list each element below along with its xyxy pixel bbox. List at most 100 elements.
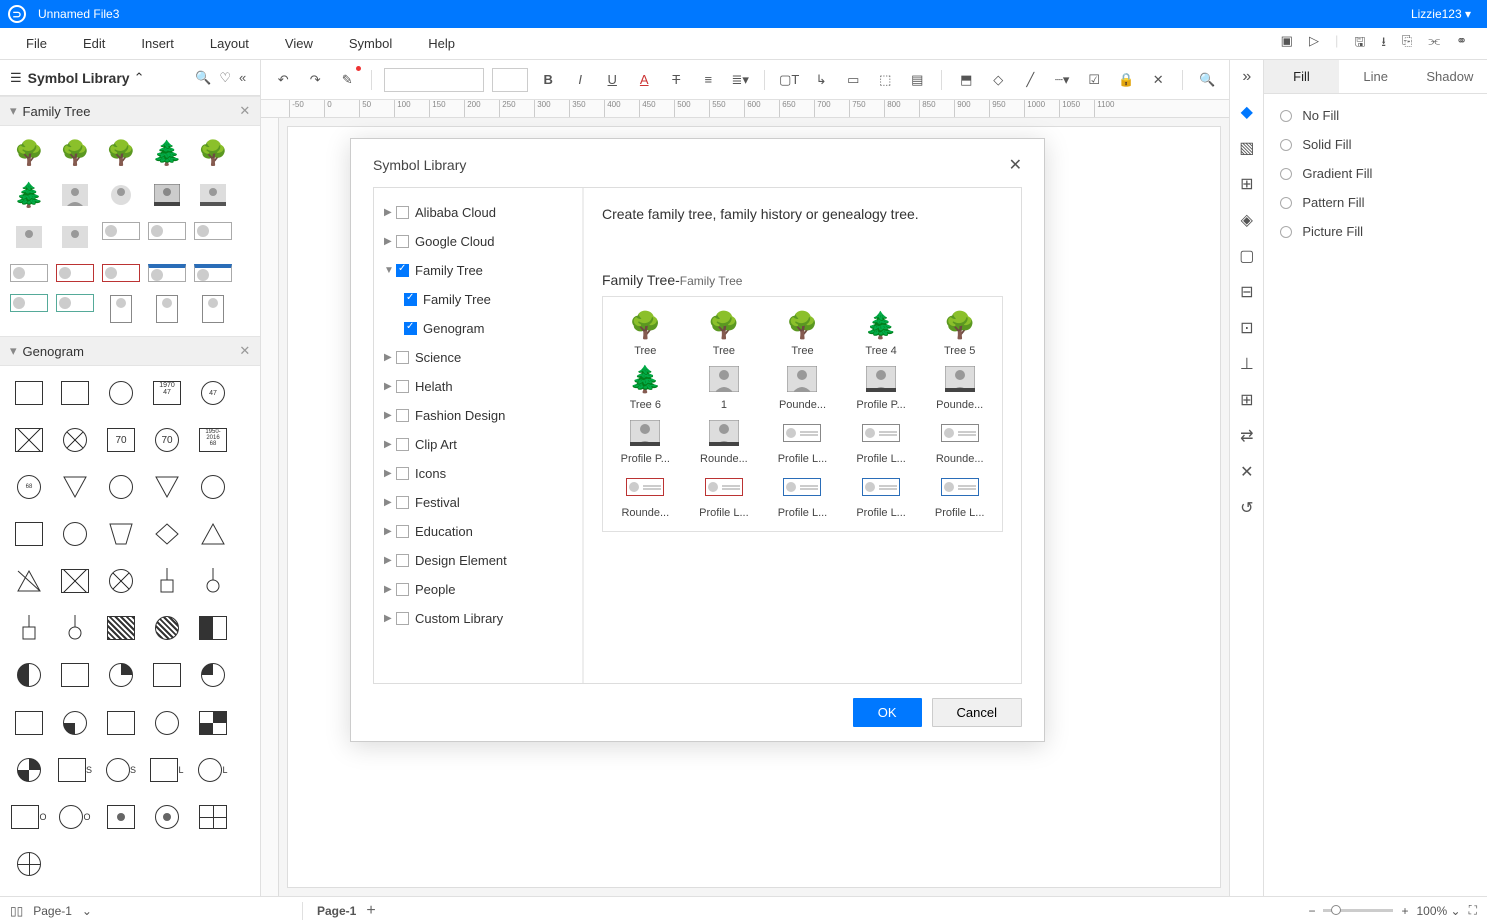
hierarchy-icon[interactable]: ⊥ xyxy=(1240,354,1254,374)
symbol-thumb[interactable] xyxy=(8,260,50,286)
menu-view[interactable]: View xyxy=(267,36,331,51)
symbol-item[interactable]: Pounde... xyxy=(766,363,839,411)
symbol-item[interactable]: Rounde... xyxy=(609,471,682,519)
symbol-thumb[interactable] xyxy=(8,374,50,412)
tree-node[interactable]: ▶Icons xyxy=(380,459,576,488)
symbol-thumb[interactable] xyxy=(192,609,234,647)
symbol-thumb[interactable] xyxy=(100,218,142,244)
tree-subnode[interactable]: Genogram xyxy=(380,314,576,343)
menu-edit[interactable]: Edit xyxy=(65,36,123,51)
symbol-thumb[interactable]: L xyxy=(146,751,188,789)
fill-color-icon[interactable]: ◇ xyxy=(986,68,1010,92)
search-toolbar-icon[interactable]: 🔍 xyxy=(1195,68,1219,92)
symbol-thumb[interactable] xyxy=(54,176,96,214)
tree-node[interactable]: ▶Google Cloud xyxy=(380,227,576,256)
bold-icon[interactable]: B xyxy=(536,68,560,92)
symbol-thumb[interactable] xyxy=(54,704,96,742)
menu-symbol[interactable]: Symbol xyxy=(331,36,410,51)
underline-icon[interactable]: U xyxy=(600,68,624,92)
view-icon[interactable]: ⚭ xyxy=(1456,33,1467,55)
zoom-in-icon[interactable]: + xyxy=(1401,904,1408,918)
symbol-thumb[interactable] xyxy=(146,704,188,742)
symbol-thumb[interactable] xyxy=(100,515,142,553)
line-spacing-icon[interactable]: ≣▾ xyxy=(728,68,752,92)
tree-node[interactable]: ▶Fashion Design xyxy=(380,401,576,430)
symbol-thumb[interactable]: 70 xyxy=(146,421,188,459)
tab-line[interactable]: Line xyxy=(1339,60,1413,93)
format-painter-icon[interactable]: ✎ xyxy=(335,68,359,92)
symbol-thumb[interactable] xyxy=(192,704,234,742)
section-family-tree[interactable]: ▾ Family Tree ✕ xyxy=(0,96,260,126)
symbol-thumb[interactable] xyxy=(54,468,96,506)
symbol-thumb[interactable] xyxy=(100,176,142,214)
align-icon[interactable]: ≡ xyxy=(696,68,720,92)
symbol-thumb[interactable] xyxy=(54,290,96,316)
symbol-thumb[interactable] xyxy=(8,656,50,694)
page-tab[interactable]: Page-1 xyxy=(317,904,356,918)
symbol-thumb[interactable] xyxy=(192,260,234,286)
symbol-thumb[interactable] xyxy=(192,562,234,600)
symbol-thumb[interactable] xyxy=(54,609,96,647)
symbol-thumb[interactable]: O xyxy=(54,798,96,836)
symbol-item[interactable]: Profile L... xyxy=(845,471,918,519)
collapse-icon[interactable]: « xyxy=(239,70,246,85)
symbol-item[interactable]: 🌲Tree 4 xyxy=(845,309,918,357)
symbol-thumb[interactable] xyxy=(54,218,96,256)
tree-node[interactable]: ▶People xyxy=(380,575,576,604)
symbol-thumb[interactable]: 197047 xyxy=(146,374,188,412)
symbol-thumb[interactable] xyxy=(8,562,50,600)
symbol-thumb[interactable] xyxy=(8,609,50,647)
menu-help[interactable]: Help xyxy=(410,36,473,51)
symbol-thumb[interactable] xyxy=(100,798,142,836)
symbol-item[interactable]: Profile L... xyxy=(688,471,761,519)
image-icon[interactable]: ▭ xyxy=(841,68,865,92)
symbol-thumb[interactable] xyxy=(192,656,234,694)
symbol-thumb[interactable] xyxy=(100,656,142,694)
symbol-thumb[interactable] xyxy=(146,468,188,506)
symbol-thumb[interactable] xyxy=(8,218,50,256)
history-icon[interactable]: ↺ xyxy=(1240,498,1253,518)
symbol-thumb[interactable]: S xyxy=(100,751,142,789)
symbol-thumb[interactable] xyxy=(146,515,188,553)
symbol-item[interactable]: Profile L... xyxy=(766,471,839,519)
symbol-thumb[interactable]: 🌲 xyxy=(146,134,188,172)
search-icon[interactable]: 🔍 xyxy=(195,70,211,86)
layers-icon[interactable]: ◈ xyxy=(1241,210,1253,230)
add-page-icon[interactable]: + xyxy=(366,902,375,920)
zoom-level[interactable]: 100% ⌄ xyxy=(1417,904,1461,918)
zoom-out-icon[interactable]: − xyxy=(1308,904,1315,918)
save-icon[interactable]: 🖫 xyxy=(1354,33,1365,55)
symbol-thumb[interactable] xyxy=(146,176,188,214)
symbol-thumb[interactable] xyxy=(192,798,234,836)
favorite-icon[interactable]: ♡ xyxy=(219,70,231,86)
tree-node[interactable]: ▶Alibaba Cloud xyxy=(380,198,576,227)
symbol-thumb[interactable]: 47 xyxy=(192,374,234,412)
symbol-thumb[interactable] xyxy=(146,260,188,286)
fill-option-nofill[interactable]: No Fill xyxy=(1280,108,1471,123)
font-size-dropdown[interactable] xyxy=(492,68,528,92)
symbol-thumb[interactable] xyxy=(54,515,96,553)
symbol-item[interactable]: 🌳Tree xyxy=(688,309,761,357)
symbol-thumb[interactable]: 🌳 xyxy=(100,134,142,172)
lock-icon[interactable]: 🔒 xyxy=(1114,68,1138,92)
data-icon[interactable]: ⊟ xyxy=(1240,282,1253,302)
close-section-icon[interactable]: ✕ xyxy=(239,103,250,119)
symbol-thumb[interactable] xyxy=(54,374,96,412)
symbol-thumb[interactable] xyxy=(192,468,234,506)
symbol-item[interactable]: 🌲Tree 6 xyxy=(609,363,682,411)
grid-icon[interactable]: ⊞ xyxy=(1240,174,1253,194)
symbol-thumb[interactable] xyxy=(100,468,142,506)
tree-node[interactable]: ▶Clip Art xyxy=(380,430,576,459)
line-color-icon[interactable]: ╱ xyxy=(1018,68,1042,92)
menu-insert[interactable]: Insert xyxy=(123,36,192,51)
symbol-thumb[interactable] xyxy=(192,290,234,328)
symbol-thumb[interactable] xyxy=(192,218,234,244)
symbol-thumb[interactable]: O xyxy=(8,798,50,836)
table-icon[interactable]: ▤ xyxy=(905,68,929,92)
tree-node[interactable]: ▶Custom Library xyxy=(380,604,576,633)
symbol-item[interactable]: Pounde... xyxy=(923,363,996,411)
undo-icon[interactable]: ↶ xyxy=(271,68,295,92)
fill-tool-icon[interactable]: ◆ xyxy=(1241,102,1253,122)
symbol-thumb[interactable] xyxy=(146,562,188,600)
chart-icon[interactable]: ⊞ xyxy=(1240,390,1253,410)
